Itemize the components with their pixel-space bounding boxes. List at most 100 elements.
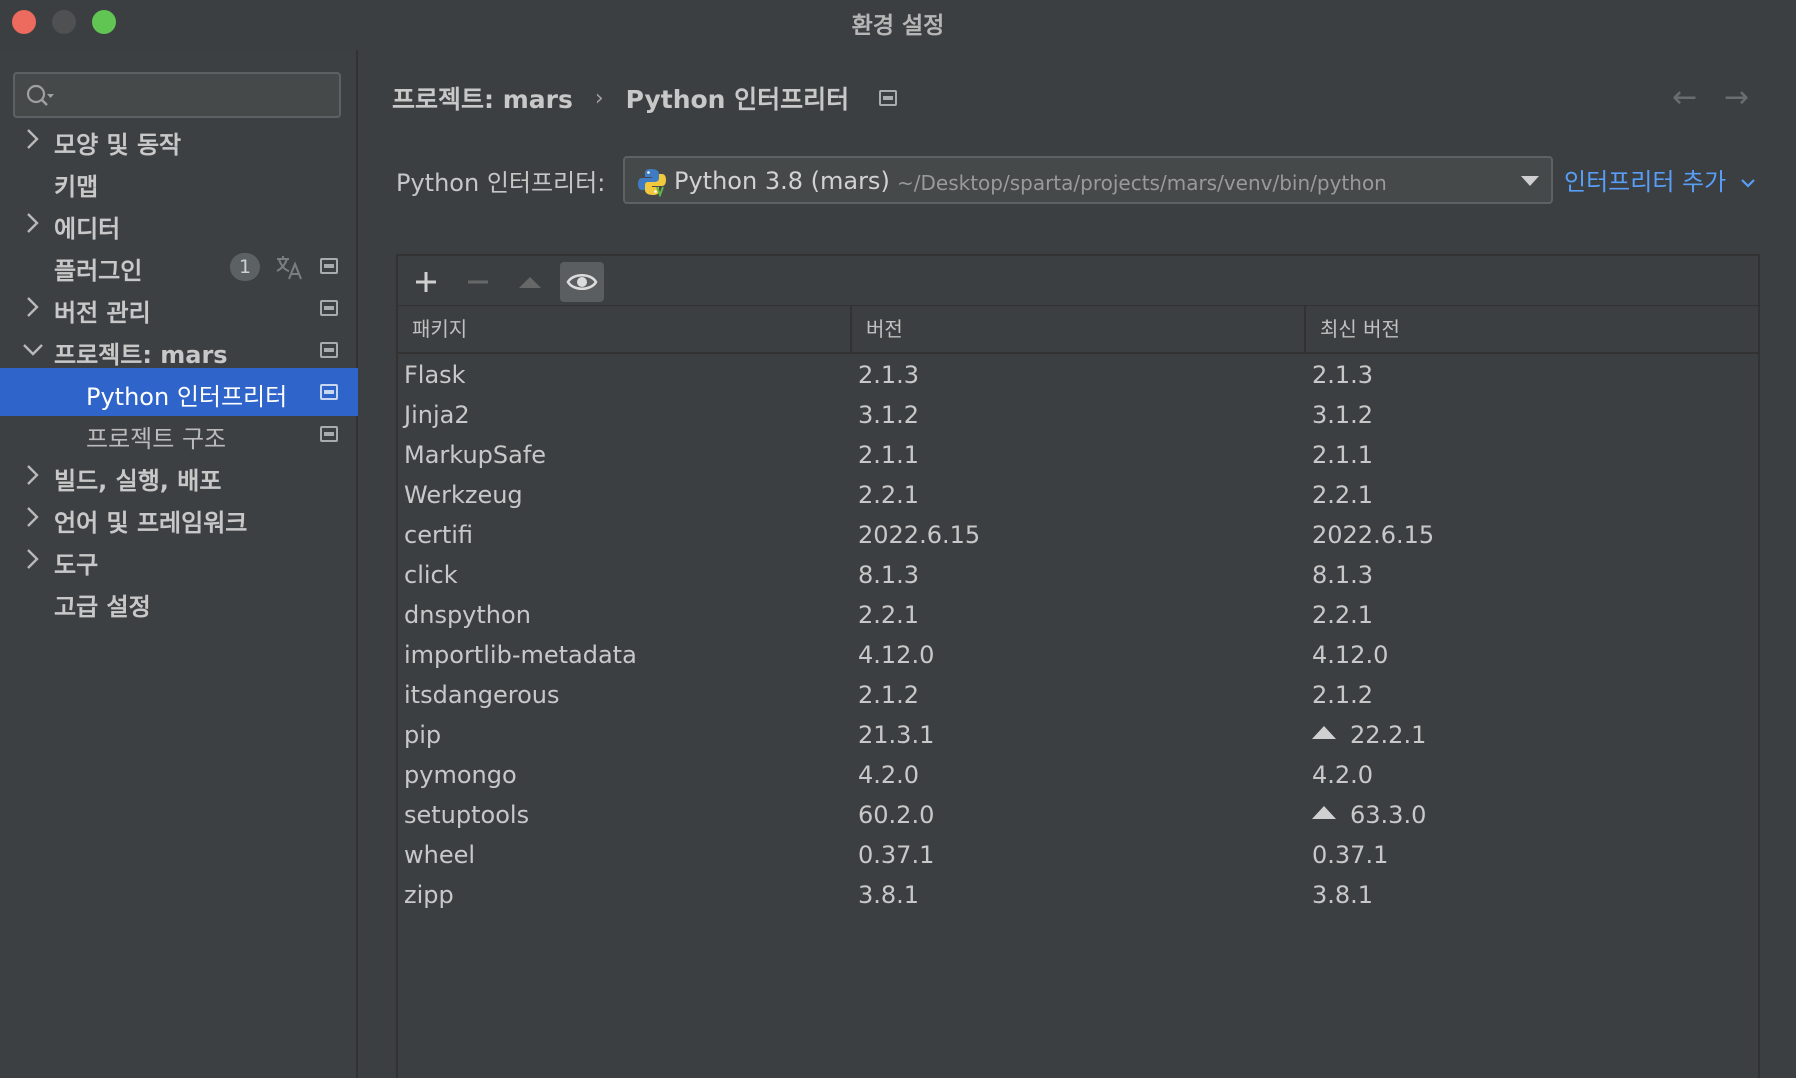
latest-version-text: 3.1.2 bbox=[1312, 401, 1374, 429]
package-version: 2.2.1 bbox=[858, 601, 920, 629]
upgrade-available-icon bbox=[1312, 726, 1336, 739]
interpreter-path: ~/Desktop/sparta/projects/mars/venv/bin/… bbox=[897, 171, 1387, 195]
sidebar-item-label: Python 인터프리터 bbox=[86, 383, 288, 411]
sidebar-item[interactable]: 플러그인 1 bbox=[0, 242, 358, 290]
table-row[interactable]: Werkzeug 2.2.1 2.2.1 bbox=[398, 476, 1758, 516]
latest-version-text: 2.1.1 bbox=[1312, 441, 1374, 469]
package-latest-version: 22.2.1 bbox=[1312, 721, 1426, 749]
sidebar-item[interactable]: 에디터 bbox=[0, 200, 358, 248]
table-row[interactable]: importlib-metadata 4.12.0 4.12.0 bbox=[398, 636, 1758, 676]
package-version: 8.1.3 bbox=[858, 561, 920, 589]
table-row[interactable]: itsdangerous 2.1.2 2.1.2 bbox=[398, 676, 1758, 716]
breadcrumb-project[interactable]: 프로젝트: mars bbox=[392, 80, 573, 116]
table-row[interactable]: pip 21.3.1 22.2.1 bbox=[398, 716, 1758, 756]
table-row[interactable]: Flask 2.1.3 2.1.3 bbox=[398, 356, 1758, 396]
search-box[interactable] bbox=[13, 72, 341, 118]
package-version: 3.1.2 bbox=[858, 401, 920, 429]
sidebar-item[interactable]: 키맵 bbox=[0, 158, 358, 206]
table-row[interactable]: setuptools 60.2.0 63.3.0 bbox=[398, 796, 1758, 836]
interpreter-select[interactable]: Python 3.8 (mars) ~/Desktop/sparta/proje… bbox=[623, 156, 1553, 204]
show-latest-versions-button[interactable] bbox=[560, 262, 604, 302]
latest-version-text: 3.8.1 bbox=[1312, 881, 1374, 909]
table-row[interactable]: zipp 3.8.1 3.8.1 bbox=[398, 876, 1758, 916]
forward-button[interactable]: → bbox=[1724, 80, 1758, 115]
sidebar-item-label: 플러그인 bbox=[54, 257, 143, 285]
add-interpreter-label: 인터프리터 추가 bbox=[1564, 168, 1727, 196]
table-row[interactable]: MarkupSafe 2.1.1 2.1.1 bbox=[398, 436, 1758, 476]
chevron-right-icon[interactable] bbox=[22, 295, 44, 319]
column-header-latest-version[interactable]: 최신 버전 bbox=[1306, 306, 1758, 354]
table-row[interactable]: Jinja2 3.1.2 3.1.2 bbox=[398, 396, 1758, 436]
column-header-version[interactable]: 버전 bbox=[852, 306, 1306, 354]
search-icon bbox=[26, 84, 54, 106]
latest-version-text: 8.1.3 bbox=[1312, 561, 1374, 589]
column-header-package[interactable]: 패키지 bbox=[398, 306, 852, 354]
sidebar-item[interactable]: Python 인터프리터 bbox=[0, 368, 358, 416]
sidebar-item[interactable]: 버전 관리 bbox=[0, 284, 358, 332]
chevron-down-icon[interactable] bbox=[1519, 174, 1541, 188]
package-version: 2022.6.15 bbox=[858, 521, 981, 549]
sidebar-item-label: 고급 설정 bbox=[54, 593, 151, 621]
table-row[interactable]: wheel 0.37.1 0.37.1 bbox=[398, 836, 1758, 876]
settings-sidebar: 모양 및 동작 키맵에디터플러그인 1 버전 관리 프로젝트: mars Python 인… bbox=[0, 50, 358, 1078]
sidebar-item-label: 에디터 bbox=[54, 215, 121, 243]
package-name: Werkzeug bbox=[404, 481, 523, 509]
package-latest-version: 3.1.2 bbox=[1312, 401, 1373, 429]
eye-icon bbox=[566, 273, 598, 291]
interpreter-name: Python 3.8 (mars) bbox=[674, 167, 890, 195]
upgrade-package-button[interactable] bbox=[508, 262, 552, 302]
package-latest-version: 3.8.1 bbox=[1312, 881, 1373, 909]
packages-table-header: 패키지 버전 최신 버전 bbox=[398, 306, 1758, 354]
chevron-right-icon[interactable] bbox=[22, 211, 44, 235]
latest-version-text: 2022.6.15 bbox=[1312, 521, 1435, 549]
chevron-right-icon[interactable] bbox=[22, 547, 44, 571]
table-row[interactable]: certifi 2022.6.15 2022.6.15 bbox=[398, 516, 1758, 556]
project-scope-icon bbox=[320, 300, 338, 316]
install-package-button[interactable] bbox=[404, 262, 448, 302]
chevron-right-icon[interactable] bbox=[22, 127, 44, 151]
project-scope-icon bbox=[320, 258, 338, 274]
sidebar-item[interactable]: 언어 및 프레임워크 bbox=[0, 494, 358, 542]
package-version: 3.8.1 bbox=[858, 881, 920, 909]
table-row[interactable]: pymongo 4.2.0 4.2.0 bbox=[398, 756, 1758, 796]
translate-icon bbox=[276, 256, 302, 280]
package-name: wheel bbox=[404, 841, 476, 869]
package-name: certifi bbox=[404, 521, 474, 549]
upgrade-arrow-icon bbox=[519, 277, 541, 288]
chevron-down-icon[interactable] bbox=[22, 337, 44, 361]
package-name: dnspython bbox=[404, 601, 531, 629]
package-name: importlib-metadata bbox=[404, 641, 637, 669]
plus-icon bbox=[416, 272, 436, 292]
latest-version-text: 0.37.1 bbox=[1312, 841, 1389, 869]
uninstall-package-button[interactable] bbox=[456, 262, 500, 302]
table-row[interactable]: click 8.1.3 8.1.3 bbox=[398, 556, 1758, 596]
search-input[interactable] bbox=[59, 80, 329, 110]
package-latest-version: 0.37.1 bbox=[1312, 841, 1388, 869]
chevron-down-icon bbox=[1741, 179, 1755, 188]
plugin-update-badge: 1 bbox=[230, 253, 260, 281]
sidebar-item[interactable]: 프로젝트: mars bbox=[0, 326, 358, 374]
add-interpreter-link[interactable]: 인터프리터 추가 bbox=[1564, 162, 1756, 197]
sidebar-item[interactable]: 프로젝트 구조 bbox=[0, 410, 358, 458]
package-latest-version: 4.2.0 bbox=[1312, 761, 1373, 789]
chevron-right-icon[interactable] bbox=[22, 463, 44, 487]
sidebar-item-label: 언어 및 프레임워크 bbox=[54, 509, 248, 537]
latest-version-text: 22.2.1 bbox=[1350, 721, 1427, 749]
package-latest-version: 2.1.1 bbox=[1312, 441, 1373, 469]
sidebar-item[interactable]: 도구 bbox=[0, 536, 358, 584]
table-row[interactable]: dnspython 2.2.1 2.2.1 bbox=[398, 596, 1758, 636]
package-latest-version: 4.12.0 bbox=[1312, 641, 1388, 669]
back-button[interactable]: ← bbox=[1672, 80, 1706, 115]
chevron-right-icon[interactable] bbox=[22, 505, 44, 529]
title-bar: 환경 설정 bbox=[0, 0, 1796, 50]
latest-version-text: 4.2.0 bbox=[1312, 761, 1374, 789]
sidebar-item[interactable]: 빌드, 실행, 배포 bbox=[0, 452, 358, 500]
sidebar-item[interactable]: 모양 및 동작 bbox=[0, 116, 358, 164]
packages-toolbar bbox=[398, 256, 1758, 306]
sidebar-item[interactable]: 고급 설정 bbox=[0, 578, 358, 626]
breadcrumb: 프로젝트: mars › Python 인터프리터 bbox=[392, 78, 898, 118]
sidebar-item-label: 버전 관리 bbox=[54, 299, 151, 327]
sidebar-item-label: 모양 및 동작 bbox=[54, 131, 182, 159]
package-name: Flask bbox=[404, 361, 466, 389]
package-version: 21.3.1 bbox=[858, 721, 935, 749]
